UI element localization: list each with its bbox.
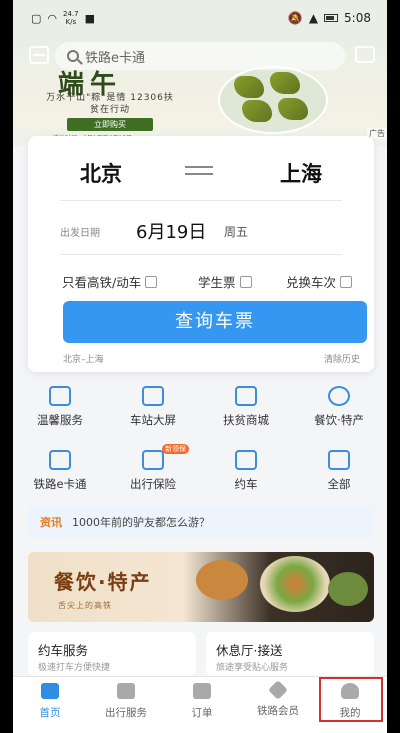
card-subtitle: 旅途享受贴心服务 [216,663,289,673]
search-placeholder: 铁路e卡通 [85,50,145,66]
food-banner-title: 餐饮·特产 [54,570,152,594]
tab-membership[interactable]: 铁路会员 [241,680,315,718]
tab-travel-service[interactable]: 出行服务 [89,683,163,720]
service-insurance[interactable]: 新领保 出行保险 [106,444,200,492]
lounge-card[interactable]: 休息厅·接送 旅途享受贴心服务 [206,632,374,676]
network-speed: 24.7 K/s [63,10,79,26]
divider [60,200,342,201]
bottom-tab-bar: 首页 出行服务 订单 铁路会员 我的 [13,676,387,733]
weekday: 周五 [224,225,249,239]
wifi-icon: ◠ [47,11,58,25]
service-label: 扶贫商城 [223,413,269,427]
signal-icon: ▲ [308,11,319,25]
tab-label: 首页 [39,707,61,719]
clipboard-icon [193,683,211,699]
clear-history-button[interactable]: 清除历史 [324,352,360,365]
search-history-item[interactable]: 北京–上海 [63,352,104,365]
food-image [196,560,248,600]
heart-icon [49,386,71,406]
search-row: 铁路e卡通 [13,42,387,70]
tab-home[interactable]: 首页 [13,683,87,720]
query-tickets-button[interactable]: 查询车票 [63,301,367,343]
grid-icon [328,450,350,470]
mute-icon: 🔕 [287,11,303,25]
option-label: 只看高铁/动车 [62,275,142,290]
tab-label: 订单 [191,707,213,719]
arrival-city[interactable]: 上海 [280,158,322,188]
search-input[interactable]: 铁路e卡通 [55,42,345,70]
service-station-screen[interactable]: 车站大屏 [106,386,200,428]
departure-city[interactable]: 北京 [80,158,122,188]
service-ecard[interactable]: 铁路e卡通 [13,450,107,492]
swap-icon[interactable] [183,160,217,180]
card-title: 约车服务 [38,643,89,658]
exchange-checkbox[interactable] [340,275,353,288]
tab-orders[interactable]: 订单 [165,683,239,720]
news-tag: 资讯 [40,516,62,529]
notification-icon: ■ [84,11,96,25]
search-icon [67,50,79,62]
food-banner-subtitle: 舌尖上的高铁 [58,601,112,610]
divider [60,254,342,255]
zongzi-plate-image [218,66,328,134]
train-icon [41,683,59,699]
service-label: 约车 [234,477,258,491]
service-label: 全部 [327,477,351,491]
screen-icon [142,386,164,406]
service-all[interactable]: 全部 [292,450,386,492]
banner-subtitle: 万水千山"粽"是情 12306扶贫在行动 [46,93,174,115]
option-label: 学生票 [198,275,236,290]
salad-image [260,556,330,612]
card-icon [49,450,71,470]
clock: 5:08 [344,11,371,25]
car-service-card[interactable]: 约车服务 极速打车方便快捷 [28,632,196,676]
departure-date[interactable]: 6月19日 [136,218,206,244]
service-food[interactable]: 餐饮·特产 [292,386,386,428]
student-checkbox[interactable] [239,275,252,288]
card-title: 休息厅·接送 [216,643,283,658]
ticket-search-card: 北京 上海 出发日期 6月19日 周五 只看高铁/动车 学生票 兑换车次 查询车… [28,136,374,372]
tab-label: 出行服务 [105,707,147,719]
exchange-train-option[interactable]: 兑换车次 [286,272,353,291]
service-label: 出行保险 [130,477,176,491]
new-badge: 新领保 [162,444,189,454]
card-subtitle: 极速打车方便快捷 [38,663,111,673]
service-label: 餐饮·特产 [314,413,364,427]
news-text: 1000年前的驴友都怎么游？ [72,516,210,529]
message-icon[interactable] [355,46,375,63]
food-image [328,572,368,606]
high-speed-only-option[interactable]: 只看高铁/动车 [62,272,158,291]
speed-unit: K/s [65,18,77,26]
service-label: 车站大屏 [130,413,176,427]
bowl-icon [328,386,350,406]
speed-value: 24.7 [63,10,79,18]
scan-icon[interactable] [29,46,49,64]
date-label: 出发日期 [60,228,100,239]
tab-mine-highlight [319,677,383,722]
battery-icon [324,14,339,22]
service-car[interactable]: 约车 [199,450,293,492]
app-screen: ▢ ◠ 24.7 K/s ■ 🔕 ▲ 5:08 端午 万水千山"粽"是情 123… [13,0,387,733]
news-ticker[interactable]: 资讯 1000年前的驴友都怎么游？ [28,506,374,538]
car-icon [235,450,257,470]
briefcase-icon [117,683,135,699]
shop-icon [235,386,257,406]
service-label: 温馨服务 [37,413,83,427]
shield-icon [142,450,164,470]
option-label: 兑换车次 [286,275,337,290]
high-speed-checkbox[interactable] [145,275,158,288]
sim-icon: ▢ [31,11,42,25]
service-label: 铁路e卡通 [33,477,87,491]
tab-label: 铁路会员 [257,705,299,717]
status-bar: ▢ ◠ 24.7 K/s ■ 🔕 ▲ 5:08 [13,0,387,36]
food-banner[interactable]: 餐饮·特产 舌尖上的高铁 [28,552,374,622]
diamond-icon [268,680,288,700]
service-poverty-mall[interactable]: 扶贫商城 [199,386,293,428]
student-ticket-option[interactable]: 学生票 [198,272,252,291]
banner-buy-button[interactable]: 立即购买 [67,118,153,131]
service-warm[interactable]: 温馨服务 [13,386,107,428]
